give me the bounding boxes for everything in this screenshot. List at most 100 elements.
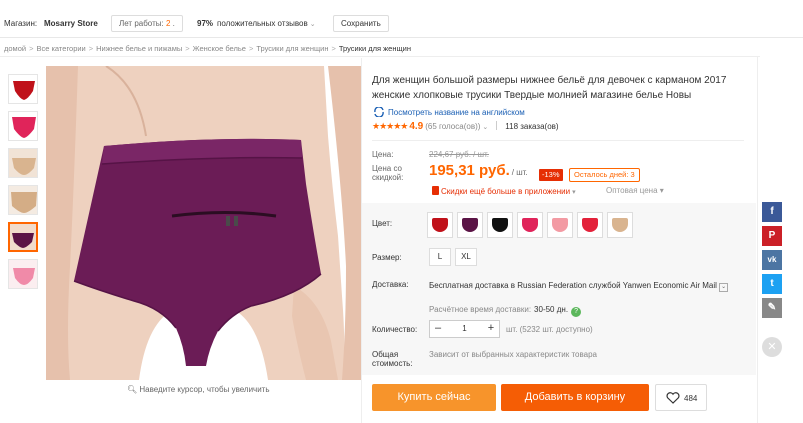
product-title: Для женщин большой размеры нижнее бельё …: [372, 75, 727, 101]
color-swatch-pink[interactable]: [517, 212, 543, 238]
social-share-bar: f P vk t ✎: [762, 202, 782, 322]
vk-icon[interactable]: vk: [762, 250, 782, 270]
price-unit: / шт.: [511, 168, 528, 177]
quantity-input[interactable]: 1: [446, 321, 483, 337]
thumbnail-beige[interactable]: [8, 185, 38, 215]
breadcrumb-all-categories[interactable]: Все категории: [36, 44, 85, 53]
help-icon[interactable]: ?: [571, 307, 582, 317]
swatch-fill: [522, 218, 538, 232]
stock-available: шт. (5232 шт. доступно): [506, 325, 593, 334]
breadcrumb-womens-underwear[interactable]: Женское белье: [193, 44, 246, 53]
breadcrumb-panties[interactable]: Трусики для женщин: [256, 44, 328, 53]
size-option-xl[interactable]: XL: [455, 248, 477, 266]
store-years-suffix: .: [170, 19, 175, 28]
thumbnail-purple-selected[interactable]: [8, 222, 38, 252]
color-swatches: [427, 212, 633, 238]
quantity-decrement-button[interactable]: –: [430, 321, 446, 337]
wishlist-button[interactable]: 484: [655, 384, 707, 411]
breadcrumb-current: Трусики для женщин: [338, 44, 411, 53]
delivery-label: Доставка:: [372, 280, 409, 289]
color-swatch-purple[interactable]: [457, 212, 483, 238]
thumbnail-image: [9, 75, 37, 103]
delivery-time-value: 30-50 дн.: [534, 305, 569, 314]
thumbnail-image: [9, 112, 37, 140]
thumbnail-pink[interactable]: [8, 111, 38, 141]
divider: [0, 56, 760, 57]
breadcrumb-separator: >: [185, 44, 190, 53]
days-left-badge: Осталось дней: 3: [569, 168, 640, 182]
size-option-l[interactable]: L: [429, 248, 451, 266]
zoom-hint: 🔍︎ Наведите курсор, чтобы увеличить: [127, 385, 270, 394]
pinterest-icon[interactable]: P: [762, 226, 782, 246]
delivery-info: Бесплатная доставка в Russian Federation…: [429, 280, 739, 292]
chevron-down-icon: ▾: [572, 189, 576, 196]
price-label: Цена:: [372, 150, 394, 159]
heart-icon: [666, 392, 680, 404]
product-photo: [46, 66, 361, 380]
delivery-dropdown-chevron-icon[interactable]: ⌄: [719, 283, 729, 292]
thumbnail-list: [8, 74, 40, 296]
quantity-stepper: – 1 +: [429, 320, 500, 338]
swatch-fill: [432, 218, 448, 232]
current-price-value: 195,31 руб.: [429, 162, 510, 179]
phone-icon: [432, 186, 439, 195]
translate-link-text: Посмотреть название на английском: [388, 108, 525, 117]
quantity-increment-button[interactable]: +: [483, 321, 499, 337]
thumbnail-pink-model[interactable]: [8, 259, 38, 289]
rating-row: ★★★★★ 4.9 (65 голоса(ов)) ⌄ 118 заказа(ов): [372, 121, 559, 132]
swatch-fill: [462, 218, 478, 232]
thumbnail-red[interactable]: [8, 74, 38, 104]
feedback-text: положительных отзывов: [217, 19, 308, 28]
divider: [372, 140, 744, 141]
app-discount-text: Скидки ещё больше в приложении: [441, 187, 571, 196]
divider: [757, 56, 758, 423]
size-label: Размер:: [372, 253, 402, 262]
store-label: Магазин:: [4, 19, 38, 28]
twitter-icon[interactable]: t: [762, 274, 782, 294]
add-to-cart-button[interactable]: Добавить в корзину: [501, 384, 649, 411]
chevron-down-icon: ⌄: [309, 21, 316, 28]
store-name-link[interactable]: Mosarry Store: [44, 19, 98, 28]
close-icon[interactable]: ✕: [762, 337, 782, 357]
app-discount-link[interactable]: Скидки ещё больше в приложении ▾: [432, 186, 576, 196]
buy-now-button[interactable]: Купить сейчас: [372, 384, 496, 411]
color-swatch-black[interactable]: [487, 212, 513, 238]
divider: [496, 121, 498, 130]
discount-badge: -13%: [539, 169, 563, 181]
color-swatch-bright-red[interactable]: [577, 212, 603, 238]
thumbnail-image: [9, 260, 37, 288]
rating-votes-link[interactable]: (65 голоса(ов)): [425, 122, 480, 131]
zoom-hint-text: Наведите курсор, чтобы увеличить: [139, 385, 270, 394]
swatch-fill: [612, 218, 628, 232]
old-price: 224,67 руб. / шт.: [429, 150, 490, 159]
store-years-badge: Лет работы: 2 .: [111, 15, 183, 32]
total-price-label: Общая стоимость:: [372, 350, 413, 368]
color-swatch-light-pink[interactable]: [547, 212, 573, 238]
color-label: Цвет:: [372, 219, 393, 228]
swatch-fill: [582, 218, 598, 232]
breadcrumb-separator: >: [29, 44, 34, 53]
translate-title-link[interactable]: Посмотреть название на английском: [373, 107, 525, 117]
delivery-text: Бесплатная доставка в Russian Federation…: [429, 281, 717, 290]
save-store-button[interactable]: Сохранить: [333, 15, 389, 32]
color-swatch-beige[interactable]: [607, 212, 633, 238]
breadcrumb-home[interactable]: домой: [4, 44, 26, 53]
total-price-value: Зависит от выбранных характеристик товар…: [429, 350, 597, 359]
breadcrumb: домой > Все категории > Нижнее белье и пижам…: [4, 44, 411, 53]
facebook-icon[interactable]: f: [762, 202, 782, 222]
breadcrumb-underwear[interactable]: Нижнее белье и пижамы: [96, 44, 182, 53]
edit-icon[interactable]: ✎: [762, 298, 782, 318]
color-swatch-red[interactable]: [427, 212, 453, 238]
store-feedback-dropdown[interactable]: 97% положительных отзывов ⌄: [197, 19, 316, 28]
thumbnail-beige-model[interactable]: [8, 148, 38, 178]
main-product-image[interactable]: [46, 66, 361, 380]
breadcrumb-separator: >: [248, 44, 254, 53]
search-icon: 🔍︎: [127, 385, 138, 394]
swatch-fill: [552, 218, 568, 232]
wholesale-price-link[interactable]: Оптовая цена ▾: [606, 186, 664, 195]
wholesale-text: Оптовая цена: [606, 186, 658, 195]
discount-price-label: Цена со скидкой:: [372, 164, 404, 182]
current-price: 195,31 руб. / шт.: [429, 162, 528, 179]
translate-icon: [374, 107, 384, 117]
breadcrumb-separator: >: [331, 44, 336, 53]
